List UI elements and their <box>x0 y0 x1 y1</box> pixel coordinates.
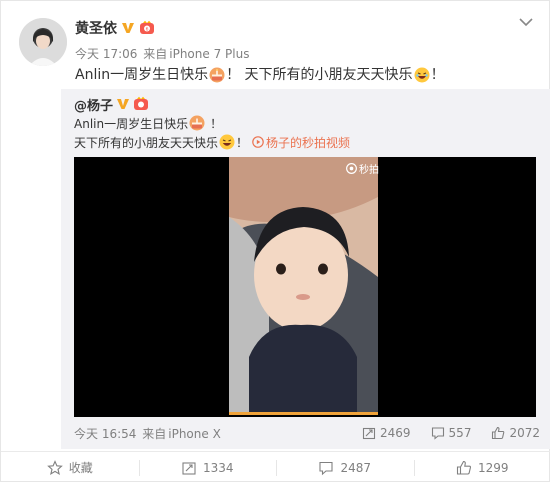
post-text-part1: Anlin一周岁生日快乐 <box>75 67 209 83</box>
post-text: Anlin一周岁生日快乐 ！ 天下所有的小朋友天天快乐 ！ <box>75 65 445 85</box>
repost-like-count-value: 2072 <box>509 426 540 440</box>
repost-line2-end: ！ <box>236 135 249 150</box>
laugh-emoji-icon <box>219 134 235 150</box>
comment-button[interactable]: 2487 <box>276 452 414 482</box>
favorite-label: 收藏 <box>68 461 93 475</box>
post-text-part3: ！ <box>430 67 445 83</box>
post-source[interactable]: iPhone 7 Plus <box>169 47 249 61</box>
like-button[interactable]: 1299 <box>413 452 550 482</box>
video-watermark: 秒拍 <box>346 161 379 176</box>
repost-source-prefix: 来自 <box>142 426 167 441</box>
video-thumbnail <box>229 157 378 415</box>
repost-box: @杨子 Anlin一周岁生日快乐 ！ 天下所有的小朋友天天快乐 ！ 杨子的秒拍视… <box>61 89 550 449</box>
repost-comment-count[interactable]: 557 <box>431 426 472 440</box>
repost-author[interactable]: @杨子 <box>74 95 113 114</box>
repost-source[interactable]: iPhone X <box>168 427 221 441</box>
star-icon <box>46 459 63 475</box>
comment-count: 2487 <box>340 460 372 475</box>
comment-icon <box>319 461 334 475</box>
comment-icon <box>431 427 444 440</box>
cake-emoji-icon <box>209 67 225 83</box>
like-icon <box>456 460 471 475</box>
vip-icon[interactable] <box>133 96 149 112</box>
verified-v-icon <box>117 99 130 109</box>
avatar[interactable] <box>19 18 67 66</box>
chevron-down-icon[interactable] <box>517 13 535 31</box>
miaopai-icon <box>346 163 357 174</box>
repost-comment-count-value: 557 <box>448 426 472 440</box>
video-link-label[interactable]: 杨子的秒拍视频 <box>266 134 350 151</box>
repost-like-count[interactable]: 2072 <box>491 426 540 440</box>
author-name[interactable]: 黄圣依 <box>75 18 117 38</box>
source-prefix: 来自 <box>143 47 168 61</box>
repost-text-line1: Anlin一周岁生日快乐 ！ <box>74 114 222 132</box>
video-link[interactable]: 杨子的秒拍视频 <box>252 134 350 151</box>
post-meta: 今天 17:06 来自 iPhone 7 Plus <box>75 45 249 62</box>
repost-author-row: @杨子 <box>74 95 149 114</box>
verified-v-icon <box>122 23 134 33</box>
repost-text-line2: 天下所有的小朋友天天快乐 ！ 杨子的秒拍视频 <box>74 133 350 151</box>
post-time[interactable]: 今天 17:06 <box>75 47 137 61</box>
weibo-card: 黄圣依 6 今天 17:06 来自 iPhone 7 Plus Anlin一周岁生… <box>0 0 550 482</box>
svg-text:6: 6 <box>146 26 149 32</box>
repost-footer: 今天 16:54 来自 iPhone X 2469 557 2072 <box>74 423 540 443</box>
repost-repost-count[interactable]: 2469 <box>362 426 411 440</box>
favorite-button[interactable]: 收藏 <box>1 452 139 482</box>
laugh-emoji-icon <box>414 67 430 83</box>
cake-emoji-icon <box>189 115 205 131</box>
repost-icon <box>182 461 196 475</box>
watermark-label: 秒拍 <box>359 165 379 176</box>
repost-button[interactable]: 1334 <box>138 452 277 482</box>
repost-count: 1334 <box>202 460 234 475</box>
video-progress-fill <box>229 412 378 415</box>
post-text-part2: ！ 天下所有的小朋友天天快乐 <box>226 67 413 83</box>
author-row: 黄圣依 6 <box>75 17 155 39</box>
video-icon <box>252 136 264 148</box>
repost-time[interactable]: 今天 16:54 <box>74 427 136 441</box>
video-frame <box>229 157 378 415</box>
video-player[interactable]: 秒拍 <box>74 157 536 417</box>
video-progress[interactable] <box>229 412 378 415</box>
vip-icon[interactable]: 6 <box>139 20 155 36</box>
repost-repost-count-value: 2469 <box>380 426 411 440</box>
action-bar: 收藏 1334 2487 1299 <box>1 451 550 482</box>
repost-meta: 今天 16:54 来自 iPhone X <box>74 425 342 442</box>
repost-line1-text: Anlin一周岁生日快乐 <box>74 116 189 131</box>
like-count: 1299 <box>477 460 509 475</box>
like-icon <box>492 426 505 440</box>
repost-icon <box>362 427 376 440</box>
repost-line1-end: ！ <box>210 116 223 131</box>
repost-line2-text: 天下所有的小朋友天天快乐 <box>74 135 219 150</box>
